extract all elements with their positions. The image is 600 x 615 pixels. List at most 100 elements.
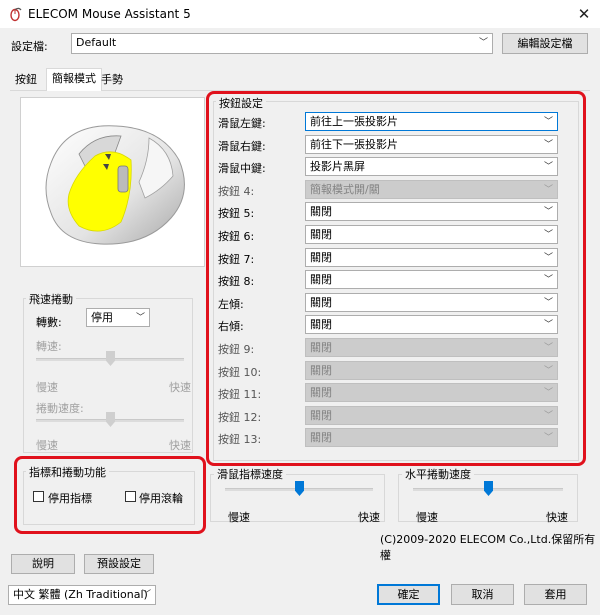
button-row-label: 左傾: — [218, 298, 244, 311]
button-row-value: 前往下一張投影片 — [310, 138, 398, 151]
chevron-down-icon: ﹀ — [543, 253, 553, 263]
button-row-select[interactable]: 前往下一張投影片 ﹀ — [305, 135, 558, 154]
chevron-down-icon: ﹀ — [543, 275, 553, 285]
chevron-down-icon: ﹀ — [543, 343, 553, 353]
scroll-slow-label: 慢速 — [36, 439, 58, 452]
button-row-select[interactable]: 關閉 ﹀ — [305, 225, 558, 244]
language-select[interactable]: 中文 繁體 (Zh Traditional) ﹀ — [8, 585, 156, 605]
button-row-value: 關閉 — [310, 318, 332, 331]
tab-presentation-mode[interactable]: 簡報模式 — [46, 68, 102, 91]
chevron-down-icon: ﹀ — [543, 388, 553, 398]
tab-gesture[interactable]: 手勢 — [96, 70, 128, 90]
apply-button[interactable]: 套用 — [524, 584, 587, 605]
button-row-value: 關閉 — [310, 409, 332, 422]
chevron-down-icon: ﹀ — [543, 320, 553, 330]
language-value: 中文 繁體 (Zh Traditional) — [13, 588, 148, 601]
title-bar: ELECOM Mouse Assistant 5 ✕ — [0, 0, 600, 28]
speed-value: 停用 — [91, 311, 113, 324]
disable-pointer-label: 停用指標 — [48, 492, 92, 505]
button-row-select[interactable]: 投影片黑屏 ﹀ — [305, 157, 558, 176]
chevron-down-icon: ﹀ — [543, 298, 553, 308]
button-row-label: 按鈕 9: — [218, 343, 255, 356]
cancel-button[interactable]: 取消 — [451, 584, 514, 605]
chevron-down-icon: ﹀ — [543, 185, 553, 195]
button-row-value: 關閉 — [310, 205, 332, 218]
scroll-speed-label: 捲動速度: — [36, 402, 84, 415]
button-row-value: 簡報模式開/關 — [310, 183, 380, 196]
button-row-select[interactable]: 關閉 ﹀ — [305, 202, 558, 221]
button-row-label: 按鈕 5: — [218, 207, 255, 220]
edit-profile-button[interactable]: 編輯設定檔 — [502, 33, 588, 54]
button-row-select[interactable]: 關閉 ﹀ — [305, 293, 558, 312]
hscroll-slow-label: 慢速 — [416, 511, 438, 524]
button-row-select: 簡報模式開/關 ﹀ — [305, 180, 558, 199]
default-settings-button[interactable]: 預設設定 — [84, 554, 154, 574]
button-row-label: 按鈕 11: — [218, 388, 262, 401]
button-row-select: 關閉 ﹀ — [305, 383, 558, 402]
mouse-preview — [20, 97, 205, 267]
disable-scroll-checkbox[interactable] — [125, 491, 136, 502]
button-row-label: 按鈕 4: — [218, 185, 255, 198]
button-row-value: 關閉 — [310, 273, 332, 286]
rotation-slow-label: 慢速 — [36, 381, 58, 394]
button-row-label: 按鈕 12: — [218, 411, 262, 424]
smooth-scroll-title: 飛速捲動 — [26, 291, 76, 307]
disable-pointer-checkbox[interactable] — [33, 491, 44, 502]
button-row-value: 投影片黑屏 — [310, 160, 365, 173]
chevron-down-icon: ﹀ — [135, 313, 145, 323]
speed-select[interactable]: 停用 ﹀ — [86, 308, 150, 327]
profile-select[interactable]: Default ﹀ — [71, 33, 493, 54]
chevron-down-icon: ﹀ — [543, 140, 553, 150]
button-row-value: 前往上一張投影片 — [310, 115, 398, 128]
button-row-value: 關閉 — [310, 364, 332, 377]
button-row-label: 按鈕 10: — [218, 366, 262, 379]
button-row-select: 關閉 ﹀ — [305, 338, 558, 357]
button-row-label: 按鈕 7: — [218, 253, 255, 266]
horizontal-scroll-title: 水平捲動速度 — [402, 466, 474, 482]
button-row-select[interactable]: 前往上一張投影片 ﹀ — [305, 112, 558, 131]
chevron-down-icon: ﹀ — [478, 38, 488, 48]
button-row-select: 關閉 ﹀ — [305, 361, 558, 380]
button-row-value: 關閉 — [310, 431, 332, 444]
close-icon[interactable]: ✕ — [570, 2, 598, 26]
button-row-label: 滑鼠右鍵: — [218, 140, 266, 153]
button-row-value: 關閉 — [310, 296, 332, 309]
button-row-select[interactable]: 關閉 ﹀ — [305, 315, 558, 334]
speed-label: 轉數: — [36, 316, 62, 329]
button-row-label: 滑鼠中鍵: — [218, 162, 266, 175]
button-row-select[interactable]: 關閉 ﹀ — [305, 248, 558, 267]
rotation-speed-label: 轉速: — [36, 340, 62, 353]
disable-scroll-label: 停用滾輪 — [139, 492, 183, 505]
button-row-select: 關閉 ﹀ — [305, 406, 558, 425]
profile-value: Default — [76, 36, 117, 49]
chevron-down-icon: ﹀ — [543, 162, 553, 172]
chevron-down-icon: ﹀ — [543, 207, 553, 217]
cursor-speed-title: 滑鼠指標速度 — [214, 466, 286, 482]
button-row-value: 關閉 — [310, 386, 332, 399]
button-settings-title: 按鈕設定 — [216, 95, 266, 111]
chevron-down-icon: ﹀ — [543, 117, 553, 127]
button-row-label: 按鈕 13: — [218, 433, 262, 446]
button-row-label: 滑鼠左鍵: — [218, 117, 266, 130]
app-mouse-icon — [10, 7, 22, 22]
button-row-select[interactable]: 關閉 ﹀ — [305, 270, 558, 289]
chevron-down-icon: ﹀ — [543, 230, 553, 240]
help-button[interactable]: 說明 — [11, 554, 75, 574]
button-row-value: 關閉 — [310, 228, 332, 241]
button-row-value: 關閉 — [310, 341, 332, 354]
cursor-slow-label: 慢速 — [228, 511, 250, 524]
cursor-fast-label: 快速 — [358, 511, 380, 524]
rotation-fast-label: 快速 — [169, 381, 191, 394]
chevron-down-icon: ﹀ — [543, 433, 553, 443]
tab-buttons[interactable]: 按鈕 — [10, 70, 42, 90]
button-row-label: 右傾: — [218, 320, 244, 333]
chevron-down-icon: ﹀ — [141, 590, 151, 600]
button-row-value: 關閉 — [310, 251, 332, 264]
chevron-down-icon: ﹀ — [543, 411, 553, 421]
pointer-scroll-title: 指標和捲動功能 — [26, 464, 109, 480]
mouse-image — [45, 125, 185, 245]
hscroll-fast-label: 快速 — [546, 511, 568, 524]
button-row-label: 按鈕 8: — [218, 275, 255, 288]
chevron-down-icon: ﹀ — [543, 366, 553, 376]
ok-button[interactable]: 確定 — [377, 584, 440, 605]
